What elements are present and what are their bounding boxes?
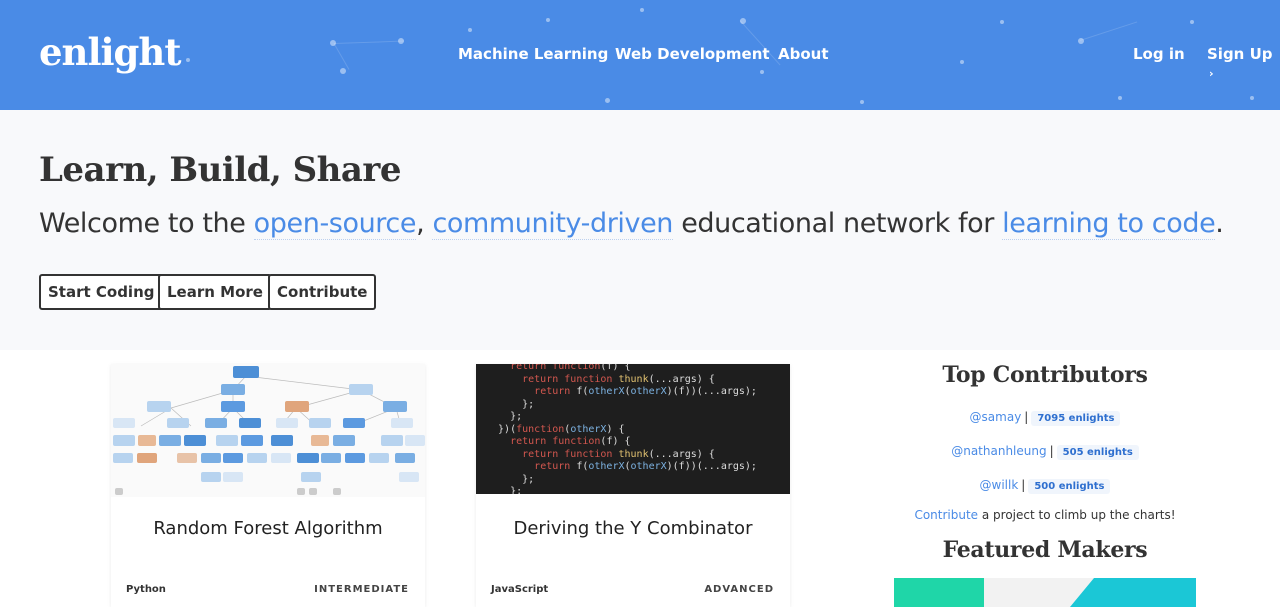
decision-tree-graphic xyxy=(111,364,425,497)
card-language: Python xyxy=(126,584,166,595)
contribute-note: Contribute a project to climb up the cha… xyxy=(894,508,1196,522)
project-card-random-forest[interactable]: Random Forest Algorithm Python INTERMEDI… xyxy=(111,364,425,607)
featured-maker-banner[interactable] xyxy=(894,578,1196,607)
login-link[interactable]: Log in xyxy=(1133,45,1185,63)
decision-tree-image xyxy=(111,364,425,497)
contribute-link[interactable]: Contribute xyxy=(914,508,978,522)
hero-title: Learn, Build, Share xyxy=(39,150,401,190)
nav-about[interactable]: About xyxy=(778,45,829,63)
chevron-right-icon: › xyxy=(1209,67,1214,80)
hero-subtitle-text: , xyxy=(416,208,433,239)
contributor-row: @willk | 500 enlights xyxy=(894,478,1196,494)
community-driven-link[interactable]: community-driven xyxy=(432,208,673,240)
hero-section: Learn, Build, Share Welcome to the open-… xyxy=(0,110,1280,350)
card-title[interactable]: Deriving the Y Combinator xyxy=(476,518,790,539)
nav-web-development[interactable]: Web Development xyxy=(615,45,770,63)
hero-subtitle-text: Welcome to the xyxy=(39,208,254,239)
contributor-username[interactable]: @nathanhleung xyxy=(951,444,1046,458)
nav-machine-learning[interactable]: Machine Learning xyxy=(458,45,608,63)
logo[interactable]: enlight xyxy=(39,30,181,74)
code-line: return function(f) { xyxy=(510,364,631,372)
top-contributors-title: Top Contributors xyxy=(942,362,1148,388)
contributor-row: @samay | 7095 enlights xyxy=(894,410,1196,426)
signup-label: Sign Up xyxy=(1207,45,1273,63)
learning-to-code-link[interactable]: learning to code xyxy=(1002,208,1216,240)
code-line: return function thunk(...args) { xyxy=(522,373,715,385)
site-header: enlight Machine Learning Web Development… xyxy=(0,0,1280,110)
card-level: ADVANCED xyxy=(704,584,774,595)
card-title[interactable]: Random Forest Algorithm xyxy=(111,518,425,539)
hero-subtitle: Welcome to the open-source, community-dr… xyxy=(39,208,1224,240)
learn-more-button[interactable]: Learn More xyxy=(158,274,272,310)
contribute-note-text: a project to climb up the charts! xyxy=(978,508,1176,522)
project-card-y-combinator[interactable]: return function(f) { return function thu… xyxy=(476,364,790,607)
contributor-username[interactable]: @willk xyxy=(980,478,1019,492)
code-line: })(function(otherX) { xyxy=(486,423,625,435)
contribute-button[interactable]: Contribute xyxy=(268,274,377,310)
contributor-count: 7095 enlights xyxy=(1031,411,1121,426)
contributor-count: 500 enlights xyxy=(1028,479,1111,494)
maker-banner-graphic xyxy=(894,578,1196,607)
featured-makers-title: Featured Makers xyxy=(942,537,1148,563)
code-line: return function thunk(...args) { xyxy=(522,448,715,460)
code-line: }; xyxy=(486,473,535,485)
hero-subtitle-text: . xyxy=(1215,208,1224,239)
code-line: }; xyxy=(486,411,523,422)
open-source-link[interactable]: open-source xyxy=(253,208,416,240)
card-language: JavaScript xyxy=(491,584,549,595)
code-line: return f(otherX(otherX)(f))(...args); xyxy=(534,461,757,472)
code-line: }; xyxy=(486,398,535,410)
code-line: }; xyxy=(486,486,523,494)
code-line: return function(f) { xyxy=(510,436,631,447)
code-line: return f(otherX(otherX)(f))(...args); xyxy=(534,386,757,397)
contributor-row: @nathanhleung | 505 enlights xyxy=(894,444,1196,460)
contributor-count: 505 enlights xyxy=(1056,445,1139,460)
start-coding-button[interactable]: Start Coding xyxy=(39,274,164,310)
contributor-username[interactable]: @samay xyxy=(970,410,1022,424)
card-level: INTERMEDIATE xyxy=(314,584,409,595)
code-snippet-image: return function(f) { return function thu… xyxy=(476,364,790,494)
hero-subtitle-text: educational network for xyxy=(673,208,1003,239)
signup-link[interactable]: Sign Up › xyxy=(1207,45,1280,81)
